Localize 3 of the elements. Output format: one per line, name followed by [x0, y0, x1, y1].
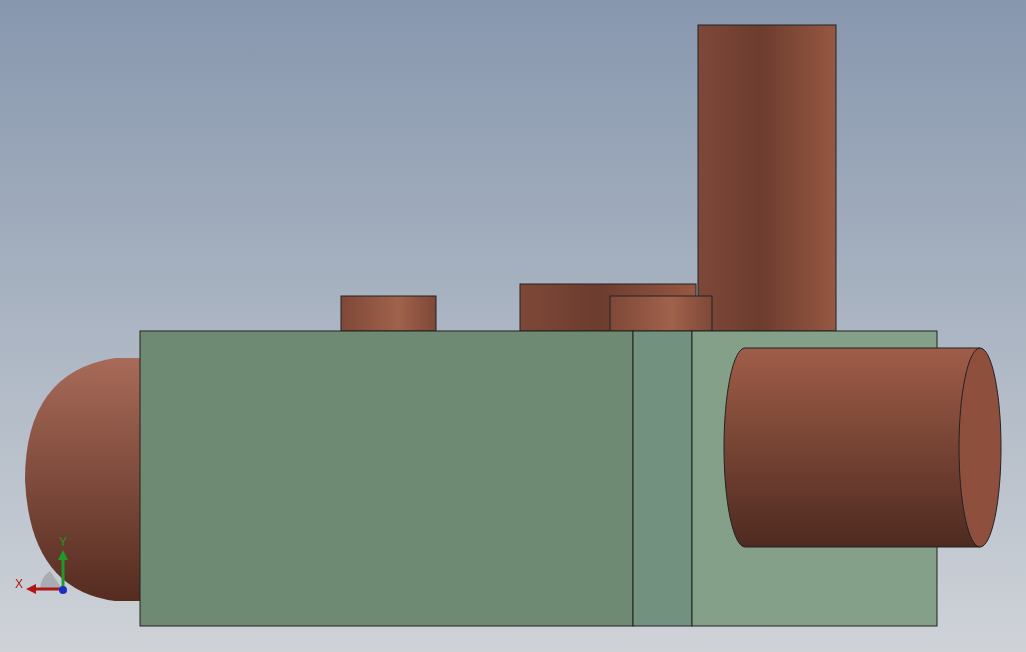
- y-axis-label: Y: [59, 535, 67, 549]
- x-axis-label: X: [15, 577, 23, 591]
- axis-triad-drawing: [26, 550, 68, 594]
